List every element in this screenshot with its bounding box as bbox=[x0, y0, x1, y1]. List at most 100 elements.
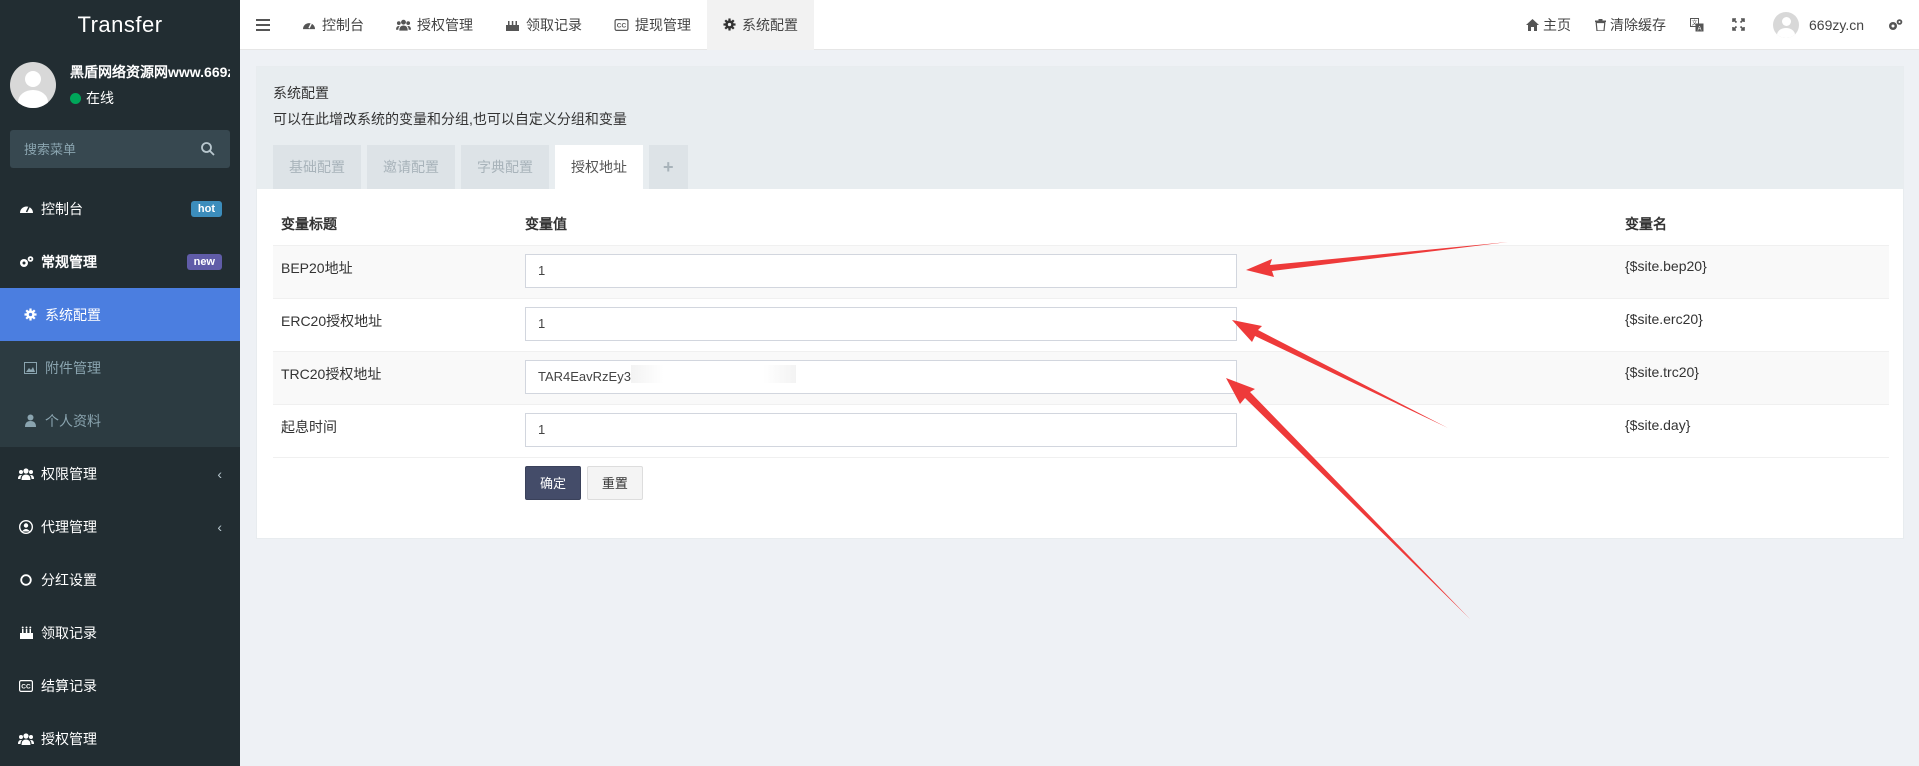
sidebar-item-permissions[interactable]: 权限管理 ‹ bbox=[0, 447, 240, 500]
image-icon bbox=[22, 360, 38, 376]
user-panel: 黑盾网络资源网www.669zy.cn 在线 bbox=[0, 50, 240, 120]
circle-icon bbox=[18, 572, 34, 588]
config-panel: 系统配置 可以在此增改系统的变量和分组,也可以自定义分组和变量 基础配置 邀请配… bbox=[256, 66, 1904, 539]
tab-label: 系统配置 bbox=[742, 16, 798, 33]
tab-auth-address[interactable]: 授权地址 bbox=[555, 145, 643, 189]
sidebar-item-system-config[interactable]: 系统配置 bbox=[0, 288, 240, 341]
tab-basic-config[interactable]: 基础配置 bbox=[273, 145, 361, 189]
sidebar-item-label: 分红设置 bbox=[41, 571, 97, 588]
panel-description: 可以在此增改系统的变量和分组,也可以自定义分组和变量 bbox=[273, 111, 627, 127]
online-dot-icon bbox=[70, 92, 81, 104]
translate-icon[interactable]: 文A bbox=[1678, 0, 1720, 50]
users-icon bbox=[396, 19, 411, 31]
table-row: ERC20授权地址 {$site.erc20} bbox=[273, 298, 1889, 352]
fullscreen-icon[interactable] bbox=[1720, 0, 1761, 50]
user-status: 在线 bbox=[70, 88, 230, 108]
row-title: BEP20地址 bbox=[273, 245, 517, 299]
header-name: 变量名 bbox=[1617, 203, 1889, 246]
sidebar-item-label: 常规管理 bbox=[41, 253, 97, 270]
sidebar-item-label: 领取记录 bbox=[41, 624, 97, 641]
home-link[interactable]: 主页 bbox=[1514, 0, 1583, 50]
svg-text:CC: CC bbox=[617, 22, 627, 29]
sidebar-item-claims[interactable]: 领取记录 bbox=[0, 606, 240, 659]
gear-icon bbox=[723, 18, 736, 31]
tab-authorization[interactable]: 授权管理 bbox=[380, 0, 489, 50]
sidebar-item-label: 代理管理 bbox=[41, 518, 97, 535]
tab-dashboard[interactable]: 控制台 bbox=[286, 0, 380, 50]
general-submenu: 系统配置 附件管理 个人资料 bbox=[0, 288, 240, 447]
clear-cache-button[interactable]: 清除缓存 bbox=[1583, 0, 1678, 50]
settings-cogs-icon[interactable] bbox=[1876, 0, 1919, 50]
config-table: 变量标题 变量值 变量名 BEP20地址 {$site.bep20} ERC20… bbox=[273, 203, 1889, 510]
search-icon[interactable] bbox=[200, 141, 216, 157]
username: 669zy.cn bbox=[1809, 16, 1864, 33]
row-title: TRC20授权地址 bbox=[273, 351, 517, 405]
new-badge: new bbox=[186, 253, 222, 270]
sidebar-item-general[interactable]: 常规管理 new bbox=[0, 235, 240, 288]
row-value-cell bbox=[517, 404, 1617, 458]
sidebar-item-agents[interactable]: 代理管理 ‹ bbox=[0, 500, 240, 553]
start-time-input[interactable] bbox=[525, 412, 1237, 447]
dashboard-icon bbox=[18, 201, 34, 217]
erc20-input[interactable] bbox=[525, 306, 1237, 341]
reset-button[interactable]: 重置 bbox=[586, 465, 643, 500]
user-menu[interactable]: 669zy.cn bbox=[1761, 0, 1876, 50]
home-label: 主页 bbox=[1543, 16, 1571, 33]
tab-system-config[interactable]: 系统配置 bbox=[707, 0, 814, 50]
row-title: ERC20授权地址 bbox=[273, 298, 517, 352]
actions-row: 确定 重置 bbox=[273, 457, 1889, 510]
sidebar-item-dividend[interactable]: 分红设置 bbox=[0, 553, 240, 606]
brand-logo[interactable]: Transfer bbox=[0, 0, 240, 50]
sidebar-item-settlements[interactable]: CC 结算记录 bbox=[0, 659, 240, 712]
bep20-input[interactable] bbox=[525, 253, 1237, 288]
sidebar-item-dashboard[interactable]: 控制台 hot bbox=[0, 182, 240, 235]
sidebar-menu: 控制台 hot 常规管理 new 系统配置 附件管理 个人资料 权限管理 ‹ 代… bbox=[0, 182, 240, 765]
config-tabs: 基础配置 邀请配置 字典配置 授权地址 + bbox=[273, 145, 694, 189]
row-title: 起息时间 bbox=[273, 404, 517, 458]
svg-text:CC: CC bbox=[21, 683, 31, 690]
add-tab-icon[interactable]: + bbox=[649, 145, 688, 189]
sidebar-item-label: 授权管理 bbox=[41, 730, 97, 747]
sidebar: Transfer 黑盾网络资源网www.669zy.cn 在线 控制台 hot … bbox=[0, 0, 240, 766]
menu-search-input[interactable] bbox=[24, 141, 200, 157]
user-name: 黑盾网络资源网www.669zy.cn bbox=[70, 64, 230, 80]
tab-claims[interactable]: 领取记录 bbox=[489, 0, 598, 50]
row-value-cell bbox=[517, 245, 1617, 299]
header-value: 变量值 bbox=[517, 203, 1617, 246]
sidebar-item-authorization[interactable]: 授权管理 bbox=[0, 712, 240, 765]
table-header-row: 变量标题 变量值 变量名 bbox=[273, 203, 1889, 246]
status-text: 在线 bbox=[86, 90, 114, 106]
panel-header: 系统配置 可以在此增改系统的变量和分组,也可以自定义分组和变量 基础配置 邀请配… bbox=[257, 67, 1903, 189]
tab-invite-config[interactable]: 邀请配置 bbox=[367, 145, 455, 189]
gear-icon bbox=[22, 307, 38, 323]
cc-icon: CC bbox=[18, 678, 34, 694]
user-icon bbox=[22, 413, 38, 429]
sidebar-item-profile[interactable]: 个人资料 bbox=[0, 394, 240, 447]
home-icon bbox=[1526, 18, 1539, 31]
cc-icon: CC bbox=[614, 18, 629, 31]
table-row: BEP20地址 {$site.bep20} bbox=[273, 245, 1889, 299]
tab-withdrawals[interactable]: CC 提现管理 bbox=[598, 0, 707, 50]
submit-button[interactable]: 确定 bbox=[525, 465, 582, 500]
sidebar-item-label: 个人资料 bbox=[45, 412, 101, 429]
avatar bbox=[1773, 11, 1799, 38]
avatar bbox=[10, 62, 56, 108]
chevron-left-icon: ‹ bbox=[217, 518, 222, 535]
row-var-name: {$site.trc20} bbox=[1617, 351, 1889, 405]
users-icon bbox=[18, 731, 34, 747]
sidebar-item-attachments[interactable]: 附件管理 bbox=[0, 341, 240, 394]
menu-toggle-icon[interactable] bbox=[240, 0, 286, 50]
tab-label: 授权管理 bbox=[417, 16, 473, 33]
tab-label: 领取记录 bbox=[526, 16, 582, 33]
row-value-cell bbox=[517, 298, 1617, 352]
row-var-name: {$site.bep20} bbox=[1617, 245, 1889, 299]
row-var-name: {$site.erc20} bbox=[1617, 298, 1889, 352]
menu-search bbox=[10, 130, 230, 168]
hot-badge: hot bbox=[190, 200, 222, 217]
table-row: TRC20授权地址 {$site.trc20} bbox=[273, 351, 1889, 405]
tab-label: 提现管理 bbox=[635, 16, 691, 33]
users-icon bbox=[18, 466, 34, 482]
tab-dictionary-config[interactable]: 字典配置 bbox=[461, 145, 549, 189]
sidebar-item-label: 系统配置 bbox=[45, 306, 101, 323]
chevron-left-icon: ‹ bbox=[217, 465, 222, 482]
